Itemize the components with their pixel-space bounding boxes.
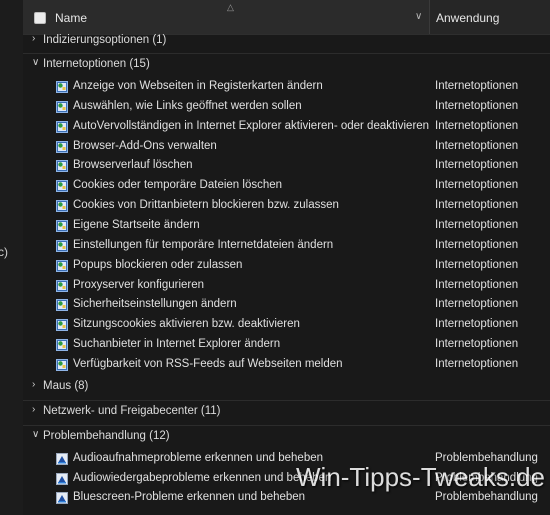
group-label: Maus (8) <box>43 380 89 392</box>
item-application: Internetoptionen <box>435 218 519 231</box>
item-label: Eigene Startseite ändern <box>73 218 200 231</box>
list-item[interactable]: Cookies von Drittanbietern blockieren bz… <box>23 196 550 216</box>
internet-options-icon <box>56 180 68 193</box>
item-application: Internetoptionen <box>435 139 519 152</box>
item-label: AutoVervollständigen in Internet Explore… <box>73 119 430 132</box>
internet-options-icon <box>56 200 68 213</box>
chevron-down-icon[interactable]: ∨ <box>32 57 39 68</box>
group-label: Internetoptionen (15) <box>43 58 150 70</box>
internet-options-icon <box>56 358 68 371</box>
list-item[interactable]: Browserverlauf löschen Internetoptionen <box>23 156 550 176</box>
internet-options-icon <box>56 279 68 292</box>
list-view: △ Name ∨ Anwendung › Indizierungsoptionen… <box>23 0 550 515</box>
internet-options-icon <box>56 219 68 232</box>
chevron-right-icon[interactable]: › <box>32 404 35 415</box>
list-item[interactable]: Proxyserver konfigurieren Internetoptione… <box>23 276 550 296</box>
item-label: Anzeige von Webseiten in Registerkarten … <box>73 80 323 92</box>
internet-options-icon <box>56 319 68 332</box>
group-divider <box>23 400 550 401</box>
item-label: Browserverlauf löschen <box>73 159 193 172</box>
item-label: Audiowiedergabeprobleme erkennen und beh… <box>73 471 332 484</box>
item-application: Internetoptionen <box>435 119 519 132</box>
internet-options-icon <box>56 81 68 93</box>
list-item[interactable]: Sicherheitseinstellungen ändern Interneto… <box>23 295 550 315</box>
group-divider <box>23 425 550 426</box>
item-application: Internetoptionen <box>435 357 519 370</box>
item-label: Cookies oder temporäre Dateien löschen <box>73 179 283 192</box>
item-label: Sitzungscookies aktivieren bzw. deaktivi… <box>73 318 300 331</box>
item-application: Internetoptionen <box>435 80 519 92</box>
list-item[interactable]: Popups blockieren oder zulassen Interneto… <box>23 256 550 276</box>
troubleshooting-icon <box>56 472 68 485</box>
troubleshooting-icon <box>56 492 68 504</box>
item-label: Bluescreen-Probleme erkennen und beheben <box>73 491 306 503</box>
troubleshooting-icon <box>56 453 68 465</box>
group-divider <box>23 53 550 54</box>
group-label: Indizierungsoptionen (1) <box>43 34 167 46</box>
column-header: △ Name ∨ Anwendung <box>23 0 550 35</box>
group-header[interactable]: ∨ Problembehandlung (12) <box>23 428 550 446</box>
item-application: Internetoptionen <box>435 258 519 271</box>
item-application: Internetoptionen <box>435 238 519 251</box>
internet-options-icon <box>56 120 68 133</box>
group-header[interactable]: › Indizierungsoptionen (1) <box>23 32 550 50</box>
item-application: Internetoptionen <box>435 159 519 172</box>
chevron-down-icon[interactable]: ∨ <box>415 12 425 22</box>
truncated-label: c) <box>0 245 8 259</box>
chevron-right-icon[interactable]: › <box>32 379 35 390</box>
chevron-down-icon[interactable]: ∨ <box>32 429 39 440</box>
app-header-label[interactable]: Anwendung <box>436 11 499 25</box>
watermark: Win-Tipps-Tweaks.de <box>296 462 545 492</box>
internet-options-icon <box>56 239 68 252</box>
item-application: Internetoptionen <box>435 318 519 331</box>
group-header[interactable]: › Maus (8) <box>23 378 550 396</box>
internet-options-icon <box>56 140 68 153</box>
internet-options-icon <box>56 160 68 173</box>
sort-up-icon: △ <box>227 2 234 12</box>
item-label: Verfügbarkeit von RSS-Feeds auf Webseite… <box>73 357 343 370</box>
item-application: Internetoptionen <box>435 338 519 351</box>
list-item[interactable]: Cookies oder temporäre Dateien löschen In… <box>23 176 550 196</box>
list-item[interactable]: Browser-Add-Ons verwalten Internetoptione… <box>23 137 550 157</box>
list-item[interactable]: Auswählen, wie Links geöffnet werden sol… <box>23 97 550 117</box>
item-label: Browser-Add-Ons verwalten <box>73 139 217 152</box>
list-item[interactable]: Sitzungscookies aktivieren bzw. deaktivi… <box>23 315 550 335</box>
navigation-pane-edge: c) <box>0 0 23 515</box>
group-label: Problembehandlung (12) <box>43 430 170 442</box>
select-all-checkbox[interactable] <box>34 12 46 24</box>
list-item[interactable]: Einstellungen für temporäre Internetdate… <box>23 236 550 256</box>
internet-options-icon <box>56 299 68 312</box>
internet-options-icon <box>56 339 68 352</box>
internet-options-icon <box>56 259 68 272</box>
item-application: Internetoptionen <box>435 179 519 192</box>
item-label: Audioaufnahmeprobleme erkennen und beheb… <box>73 452 324 464</box>
window: c) △ Name ∨ Anwendung › Indizierungsoptio… <box>0 0 550 515</box>
chevron-right-icon[interactable]: › <box>32 33 35 44</box>
item-application: Internetoptionen <box>435 298 519 311</box>
list-item[interactable]: Suchanbieter in Internet Explorer ändern… <box>23 335 550 355</box>
item-label: Proxyserver konfigurieren <box>73 278 205 291</box>
item-label: Sicherheitseinstellungen ändern <box>73 298 237 311</box>
list-item[interactable]: Eigene Startseite ändern Internetoptionen <box>23 216 550 236</box>
item-label: Popups blockieren oder zulassen <box>73 258 243 271</box>
list-item[interactable]: AutoVervollständigen in Internet Explore… <box>23 117 550 137</box>
list-item[interactable]: Verfügbarkeit von RSS-Feeds auf Webseite… <box>23 355 550 375</box>
item-application: Internetoptionen <box>435 278 519 291</box>
item-label: Auswählen, wie Links geöffnet werden sol… <box>73 99 302 112</box>
item-application: Internetoptionen <box>435 99 519 112</box>
group-header[interactable]: ∨ Internetoptionen (15) <box>23 56 550 74</box>
internet-options-icon <box>56 100 68 113</box>
item-application: Internetoptionen <box>435 199 519 212</box>
item-label: Suchanbieter in Internet Explorer ändern <box>73 338 281 351</box>
item-label: Einstellungen für temporäre Internetdate… <box>73 238 334 251</box>
item-label: Cookies von Drittanbietern blockieren bz… <box>73 199 339 212</box>
list-item[interactable]: Anzeige von Webseiten in Registerkarten … <box>23 77 550 97</box>
name-column-header[interactable]: △ Name ∨ <box>23 0 430 34</box>
name-header-label: Name <box>55 11 88 25</box>
group-header[interactable]: › Netzwerk- und Freigabecenter (11) <box>23 403 550 421</box>
group-label: Netzwerk- und Freigabecenter (11) <box>43 405 221 417</box>
